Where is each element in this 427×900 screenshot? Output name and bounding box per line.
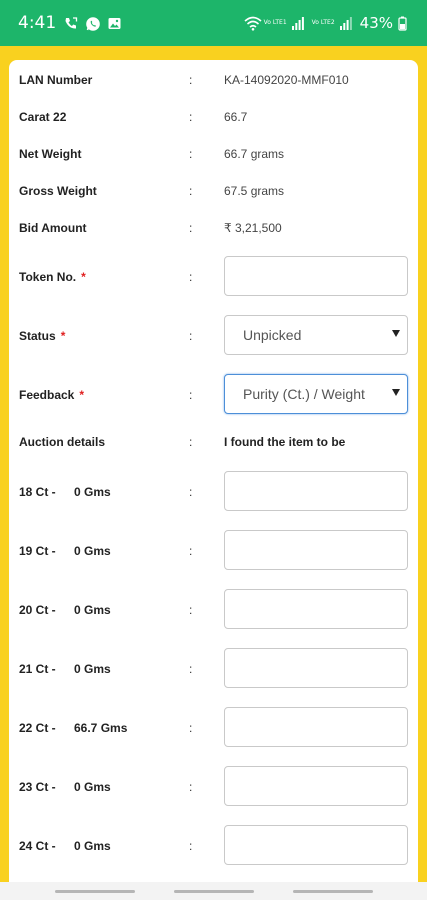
carat-label: 19 Ct -	[19, 544, 56, 558]
colon: :	[189, 184, 193, 198]
carat-weight: 0 Gms	[74, 485, 111, 499]
detail-value: 67.5 grams	[224, 184, 285, 198]
auction-value: I found the item to be	[224, 435, 346, 449]
dropdown-caret-icon	[392, 330, 400, 337]
carat-row-22: 22 Ct - 66.7 Gms :	[9, 707, 418, 747]
carat-label: 18 Ct -	[19, 485, 56, 499]
carat-row-21: 21 Ct - 0 Gms :	[9, 648, 418, 688]
feedback-select[interactable]: Purity (Ct.) / Weight	[224, 374, 408, 414]
colon: :	[189, 221, 193, 235]
call-forward-icon	[63, 16, 78, 31]
carat-input-21[interactable]	[224, 648, 408, 688]
colon: :	[189, 721, 193, 735]
carat-weight: 0 Gms	[74, 662, 111, 676]
whatsapp-icon	[85, 16, 100, 31]
status-bar: 4:41 Vo LTE1 Vo LTE2 43%	[0, 0, 427, 46]
carat-label: 24 Ct -	[19, 839, 56, 853]
status-row: Status * : Unpicked	[9, 315, 418, 355]
token-input[interactable]	[224, 256, 408, 296]
colon: :	[189, 603, 193, 617]
colon: :	[189, 485, 193, 499]
colon: :	[189, 780, 193, 794]
required-marker: *	[60, 329, 66, 343]
detail-label: Bid Amount	[19, 221, 87, 235]
detail-value: 66.7 grams	[224, 147, 285, 161]
clock-time: 4:41	[18, 13, 57, 33]
carat-row-20: 20 Ct - 0 Gms :	[9, 589, 418, 629]
status-selected-value: Unpicked	[243, 327, 302, 343]
colon: :	[189, 329, 193, 343]
carat-row-23: 23 Ct - 0 Gms :	[9, 766, 418, 806]
carat-row-19: 19 Ct - 0 Gms :	[9, 530, 418, 570]
carat-weight: 0 Gms	[74, 603, 111, 617]
network2-label: Vo LTE2	[311, 19, 335, 26]
colon: :	[189, 147, 193, 161]
detail-value: KA-14092020-MMF010	[224, 73, 349, 87]
detail-value: ₹ 3,21,500	[224, 221, 282, 235]
feedback-row: Feedback * : Purity (Ct.) / Weight	[9, 374, 418, 414]
carat-weight: 66.7 Gms	[74, 721, 128, 735]
carat-row-18: 18 Ct - 0 Gms :	[9, 471, 418, 511]
status-select[interactable]: Unpicked	[224, 315, 408, 355]
carat-weight: 0 Gms	[74, 839, 111, 853]
colon: :	[189, 839, 193, 853]
colon: :	[189, 388, 193, 402]
carat-row-24: 24 Ct - 0 Gms :	[9, 825, 418, 865]
detail-label: Net Weight	[19, 147, 82, 161]
carat-label: 23 Ct -	[19, 780, 56, 794]
image-icon	[107, 16, 122, 31]
carat-label: 22 Ct -	[19, 721, 56, 735]
colon: :	[189, 435, 193, 449]
dropdown-caret-icon	[392, 389, 400, 396]
battery-icon	[398, 16, 413, 31]
colon: :	[189, 73, 193, 87]
detail-label: Gross Weight	[19, 184, 97, 198]
colon: :	[189, 110, 193, 124]
feedback-selected-value: Purity (Ct.) / Weight	[243, 386, 365, 402]
feedback-label: Feedback *	[19, 388, 85, 402]
colon: :	[189, 544, 193, 558]
network1-label: Vo LTE1	[263, 19, 287, 26]
carat-input-20[interactable]	[224, 589, 408, 629]
detail-value: 66.7	[224, 110, 248, 124]
colon: :	[189, 662, 193, 676]
detail-label: LAN Number	[19, 73, 93, 87]
token-label: Token No. *	[19, 270, 86, 284]
carat-weight: 0 Gms	[74, 780, 111, 794]
detail-label: Carat 22	[19, 110, 67, 124]
carat-input-18[interactable]	[224, 471, 408, 511]
nav-back-handle[interactable]	[293, 890, 373, 893]
nav-home-handle[interactable]	[174, 890, 254, 893]
battery-percent: 43%	[359, 14, 393, 32]
carat-label: 21 Ct -	[19, 662, 56, 676]
carat-input-22[interactable]	[224, 707, 408, 747]
details-card: LAN Number : KA-14092020-MMF010 Carat 22…	[9, 60, 418, 900]
wifi-icon	[244, 16, 262, 31]
auction-label: Auction details	[19, 435, 106, 449]
token-row: Token No. * :	[9, 256, 418, 296]
carat-input-19[interactable]	[224, 530, 408, 570]
carat-input-24[interactable]	[224, 825, 408, 865]
carat-input-23[interactable]	[224, 766, 408, 806]
system-navigation-bar	[0, 882, 427, 900]
required-marker: *	[81, 270, 86, 284]
signal-bars-icon	[291, 16, 307, 31]
carat-weight: 0 Gms	[74, 544, 111, 558]
colon: :	[189, 270, 193, 284]
status-label: Status *	[19, 329, 66, 343]
carat-label: 20 Ct -	[19, 603, 56, 617]
signal-bars-icon	[339, 16, 355, 31]
nav-recents-handle[interactable]	[55, 890, 135, 893]
required-marker: *	[79, 388, 85, 402]
